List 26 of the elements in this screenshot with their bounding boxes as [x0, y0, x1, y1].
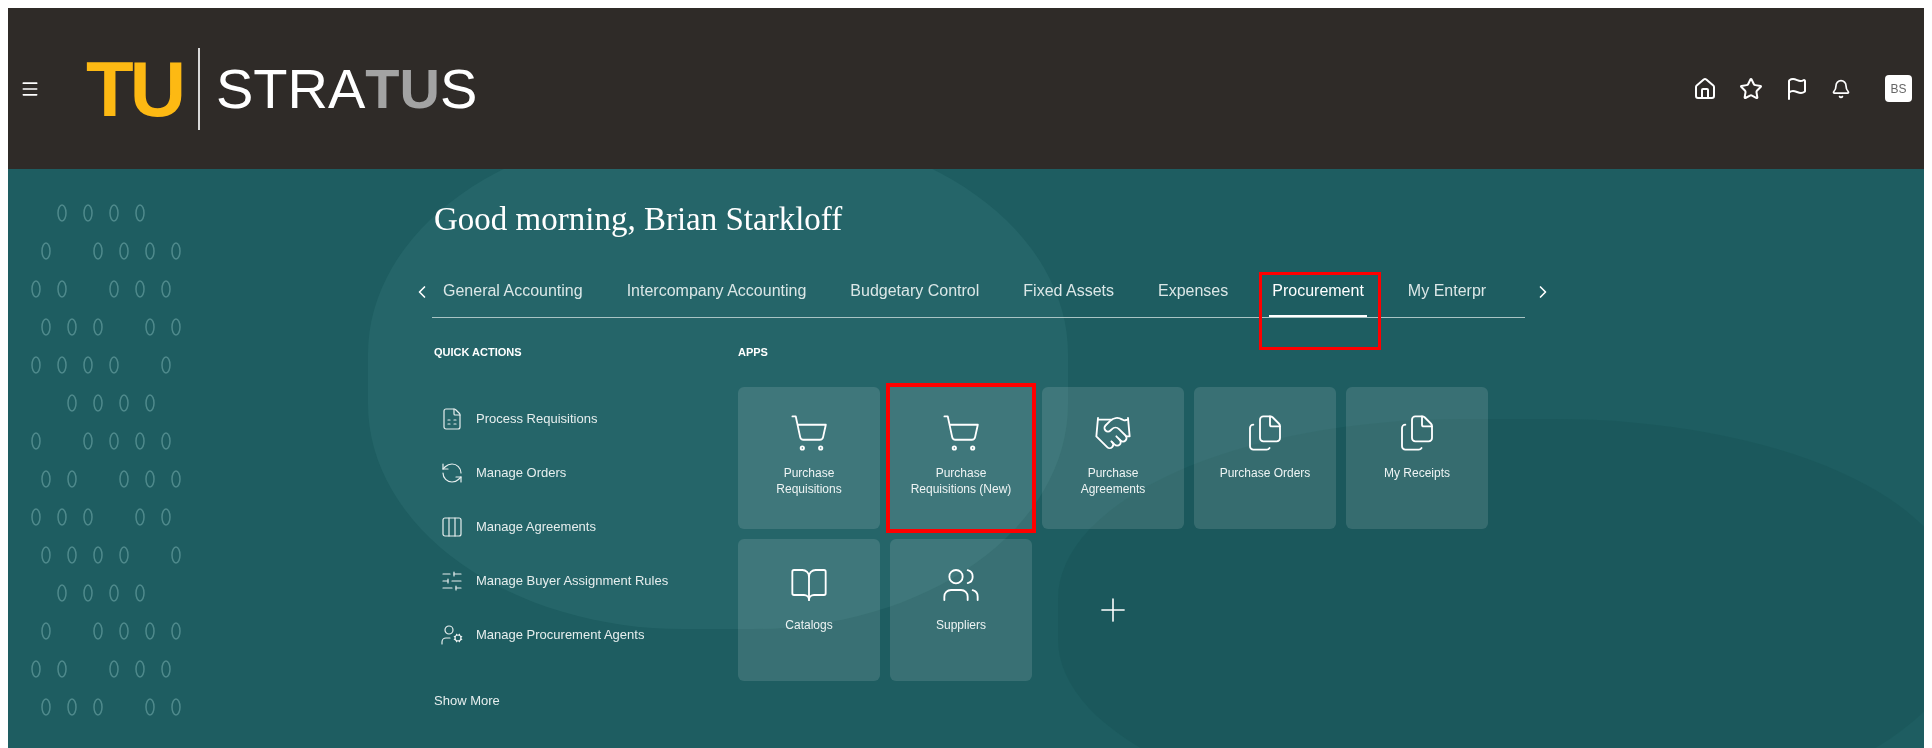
documents-icon — [440, 406, 464, 431]
section-heading: APPS — [738, 345, 769, 360]
notifications-icon[interactable] — [1831, 78, 1851, 99]
logo-wordmark: STRATUS — [216, 60, 478, 117]
logo-mark: TU — [86, 49, 182, 128]
tab[interactable]: General Accounting — [440, 265, 586, 317]
tab[interactable]: Expenses — [1155, 265, 1232, 317]
show-more-link[interactable]: Show More — [434, 690, 738, 710]
quick-action-link[interactable]: Manage Procurement Agents — [476, 624, 645, 645]
quick-action-link[interactable]: Manage Orders — [476, 462, 567, 483]
tab[interactable]: My Enterpr — [1404, 265, 1490, 317]
tab[interactable]: Budgetary Control — [847, 265, 983, 317]
quick-action-link[interactable]: Process Requisitions — [476, 408, 598, 429]
tab[interactable]: Procurement — [1269, 265, 1367, 317]
quick-action-link[interactable]: Manage Agreements — [476, 516, 596, 537]
section-heading: QUICK ACTIONS — [434, 345, 523, 360]
tab[interactable]: Fixed Assets — [1020, 265, 1117, 317]
home-icon[interactable] — [1693, 76, 1717, 101]
flag-icon[interactable] — [1785, 76, 1809, 101]
greeting: Good morning, Brian Starkloff — [434, 200, 844, 239]
tab[interactable]: Intercompany Accounting — [623, 265, 810, 317]
avatar[interactable]: BS — [1885, 75, 1912, 102]
quick-action-link[interactable]: Manage Buyer Assignment Rules — [476, 570, 669, 591]
app-tile[interactable]: Purchase Requisitions (New) — [886, 382, 1036, 533]
star-icon[interactable] — [1739, 76, 1763, 101]
cycle-icon — [440, 460, 464, 485]
